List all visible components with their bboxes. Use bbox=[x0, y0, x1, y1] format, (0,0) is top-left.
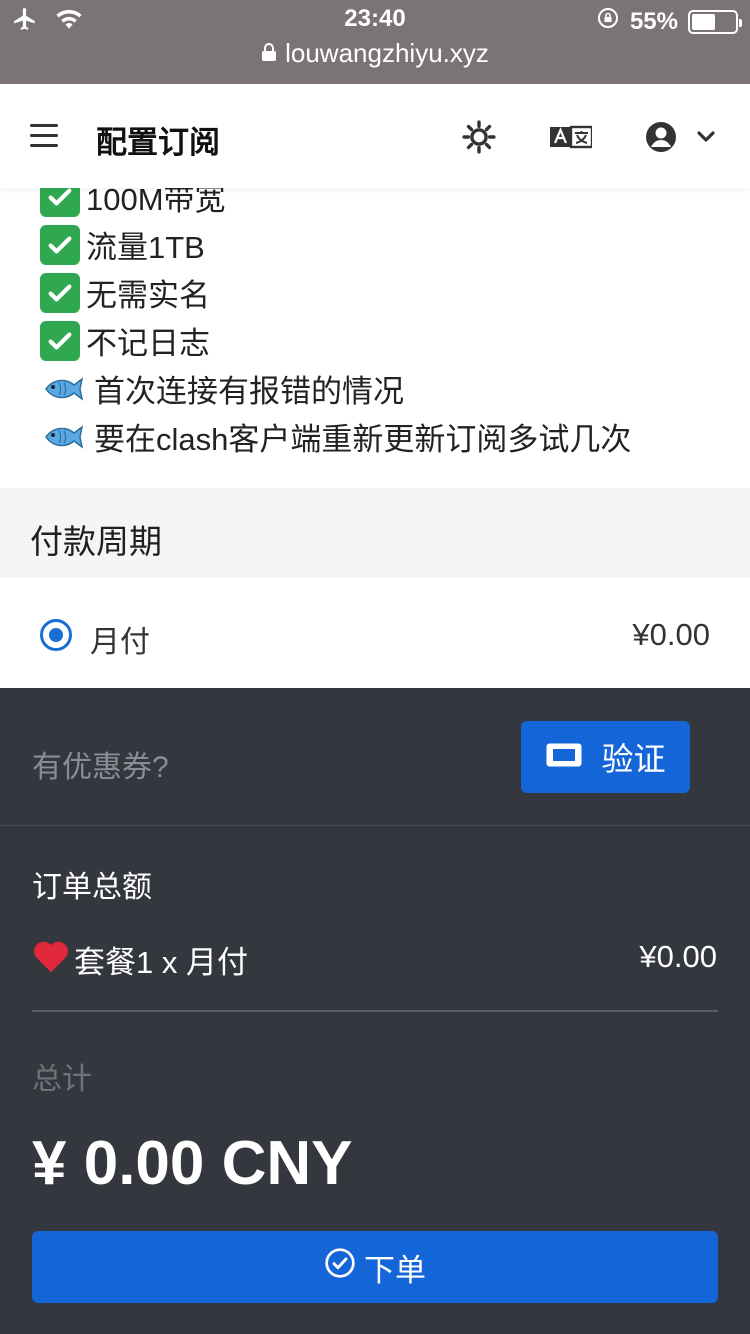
battery-fill bbox=[692, 13, 715, 30]
battery-percent: 55% bbox=[629, 7, 678, 35]
rotation-lock-icon bbox=[596, 6, 620, 37]
payment-period-title: 付款周期 bbox=[30, 523, 162, 560]
feature-text: 不记日志 bbox=[86, 326, 210, 361]
period-option-price: ¥0.00 bbox=[632, 617, 710, 652]
theme-toggle-icon[interactable] bbox=[462, 120, 496, 159]
feature-item: 无需实名 bbox=[40, 270, 210, 315]
line-item-price: ¥0.00 bbox=[639, 939, 717, 974]
user-menu-icon[interactable] bbox=[645, 121, 715, 158]
translate-icon[interactable] bbox=[550, 124, 594, 155]
total-label: 总计 bbox=[32, 1063, 92, 1096]
verify-label: 验证 bbox=[601, 741, 666, 777]
divider bbox=[32, 1010, 718, 1012]
line-item-label: 套餐1 x 月付 bbox=[74, 945, 248, 980]
divider bbox=[0, 825, 750, 826]
page-title: 配置订阅 bbox=[96, 125, 220, 160]
url-text: louwangzhiyu.xyz bbox=[285, 38, 489, 68]
battery-icon bbox=[688, 9, 742, 34]
feature-text: 首次连接有报错的情况 bbox=[94, 374, 404, 409]
place-order-label: 下单 bbox=[364, 1252, 426, 1288]
plan-features: 100M带宽 流量1TB 无需实名 不记日志 首次连接有报错的情况 要在clas… bbox=[0, 170, 750, 488]
order-panel: 有优惠券? 验证 订单总额 套餐1 x 月付 ¥0.00 总计 ¥ 0.00 C… bbox=[0, 688, 750, 1334]
payment-period-option[interactable]: 月付 ¥0.00 bbox=[0, 578, 750, 688]
check-icon bbox=[40, 320, 80, 361]
fish-icon bbox=[40, 422, 88, 452]
feature-item: 要在clash客户端重新更新订阅多试几次 bbox=[40, 414, 631, 459]
feature-text: 流量1TB bbox=[86, 230, 205, 265]
order-line-item: 套餐1 x 月付 bbox=[32, 937, 248, 982]
feature-item: 流量1TB bbox=[40, 222, 205, 267]
verify-coupon-button[interactable]: 验证 bbox=[521, 721, 690, 793]
place-order-button[interactable]: 下单 bbox=[32, 1231, 718, 1303]
address-bar[interactable]: louwangzhiyu.xyz bbox=[0, 38, 750, 69]
menu-icon[interactable] bbox=[30, 124, 58, 148]
fish-icon bbox=[40, 374, 88, 404]
heart-icon bbox=[32, 939, 70, 981]
period-option-label: 月付 bbox=[90, 626, 150, 659]
check-circle-icon bbox=[324, 1247, 356, 1287]
payment-period-header: 付款周期 bbox=[0, 488, 750, 578]
coupon-input[interactable]: 有优惠券? bbox=[32, 742, 169, 786]
status-bar: 23:40 55% louwangzhiyu.xyz bbox=[0, 0, 750, 84]
feature-text: 要在clash客户端重新更新订阅多试几次 bbox=[94, 422, 632, 457]
check-icon bbox=[40, 272, 80, 313]
status-right: 55% bbox=[596, 6, 742, 37]
order-total-title: 订单总额 bbox=[32, 871, 152, 904]
radio-button-selected[interactable] bbox=[40, 619, 72, 651]
app-header: 配置订阅 bbox=[0, 84, 750, 188]
ticket-icon bbox=[545, 739, 583, 776]
check-icon bbox=[40, 224, 80, 265]
feature-item: 首次连接有报错的情况 bbox=[40, 366, 404, 411]
total-amount: ¥ 0.00 CNY bbox=[32, 1129, 353, 1198]
lock-icon bbox=[261, 38, 277, 69]
feature-text: 无需实名 bbox=[86, 278, 210, 313]
feature-item: 不记日志 bbox=[40, 318, 210, 363]
